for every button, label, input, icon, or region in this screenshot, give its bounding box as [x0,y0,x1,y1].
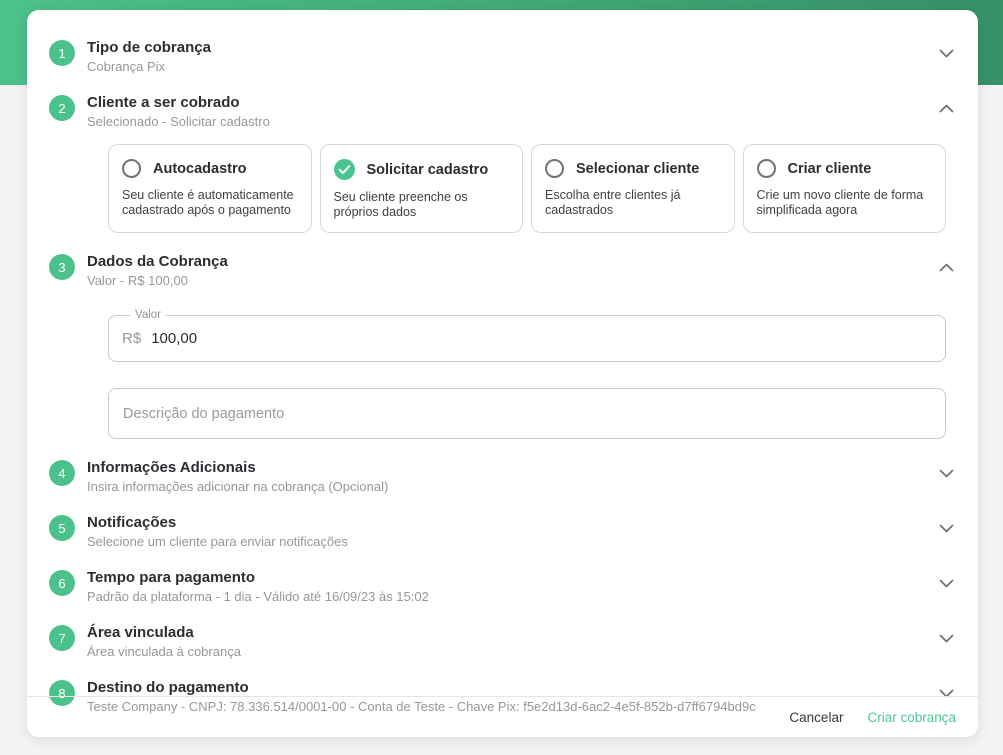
step-subtitle: Área vinculada à cobrança [87,644,241,659]
valor-field-group: Valor R$ [108,309,946,362]
radio-unselected-icon[interactable] [757,159,776,178]
radio-unselected-icon[interactable] [122,159,141,178]
cancel-button[interactable]: Cancelar [777,702,855,733]
step-subtitle: Padrão da plataforma - 1 dia - Válido at… [87,589,429,604]
option-title: Selecionar cliente [576,161,699,177]
step-dados-header[interactable]: 3 Dados da Cobrança Valor - R$ 100,00 [49,253,958,288]
step-informacoes-adicionais: 4 Informações Adicionais Insira informaç… [49,459,958,494]
client-option-criar-cliente[interactable]: Criar cliente Crie um novo cliente de fo… [743,144,947,233]
step-subtitle: Cobrança Pix [87,59,211,74]
option-description: Seu cliente preenche os próprios dados [334,190,510,220]
client-options-row: Autocadastro Seu cliente é automaticamen… [108,144,946,233]
step-subtitle: Insira informações adicionar na cobrança… [87,479,388,494]
client-option-solicitar-cadastro[interactable]: Solicitar cadastro Seu cliente preenche … [320,144,524,233]
step-subtitle: Valor - R$ 100,00 [87,273,228,288]
check-circle-icon [334,159,355,180]
step-title: Área vinculada [87,624,241,641]
chevron-down-icon[interactable] [935,632,958,645]
step-subtitle: Selecionado - Solicitar cadastro [87,114,270,129]
step-title: Cliente a ser cobrado [87,94,270,111]
chevron-down-icon[interactable] [935,467,958,480]
step-number-badge: 5 [49,515,75,541]
create-charge-modal: 1 Tipo de cobrança Cobrança Pix 2 Client… [27,10,978,737]
step-notificacoes: 5 Notificações Selecione um cliente para… [49,514,958,549]
steps-list: 1 Tipo de cobrança Cobrança Pix 2 Client… [27,10,978,714]
step-tipo-de-cobranca: 1 Tipo de cobrança Cobrança Pix [49,39,958,74]
option-title: Autocadastro [153,161,246,177]
create-charge-button[interactable]: Criar cobrança [855,702,968,733]
radio-unselected-icon[interactable] [545,159,564,178]
currency-prefix: R$ [122,330,141,347]
step-title: Notificações [87,514,348,531]
step-title: Dados da Cobrança [87,253,228,270]
step-number-badge: 2 [49,95,75,121]
step-area-vinculada: 7 Área vinculada Área vinculada à cobran… [49,624,958,659]
option-title: Criar cliente [788,161,872,177]
step-tempo-para-pagamento: 6 Tempo para pagamento Padrão da platafo… [49,569,958,604]
step-notificacoes-header[interactable]: 5 Notificações Selecione um cliente para… [49,514,958,549]
step-title: Tipo de cobrança [87,39,211,56]
step-informacoes-header[interactable]: 4 Informações Adicionais Insira informaç… [49,459,958,494]
step-dados-da-cobranca: 3 Dados da Cobrança Valor - R$ 100,00 Va… [49,253,958,439]
step-tipo-de-cobranca-header[interactable]: 1 Tipo de cobrança Cobrança Pix [49,39,958,74]
step-area-header[interactable]: 7 Área vinculada Área vinculada à cobran… [49,624,958,659]
option-title: Solicitar cadastro [367,162,489,178]
chevron-down-icon[interactable] [935,47,958,60]
step-cliente-a-ser-cobrado: 2 Cliente a ser cobrado Selecionado - So… [49,94,958,233]
step-number-badge: 4 [49,460,75,486]
option-description: Escolha entre clientes já cadastrados [545,188,721,218]
chevron-down-icon[interactable] [935,522,958,535]
modal-footer: Cancelar Criar cobrança [27,696,978,737]
step-number-badge: 6 [49,570,75,596]
charge-fields: Valor R$ [108,309,946,439]
step-cliente-header[interactable]: 2 Cliente a ser cobrado Selecionado - So… [49,94,958,129]
step-number-badge: 3 [49,254,75,280]
step-number-badge: 1 [49,40,75,66]
chevron-up-icon[interactable] [935,261,958,274]
valor-input[interactable] [151,330,932,347]
step-tempo-header[interactable]: 6 Tempo para pagamento Padrão da platafo… [49,569,958,604]
step-title: Informações Adicionais [87,459,388,476]
step-number-badge: 7 [49,625,75,651]
step-title: Destino do pagamento [87,679,756,696]
chevron-up-icon[interactable] [935,102,958,115]
step-subtitle: Selecione um cliente para enviar notific… [87,534,348,549]
valor-field-label: Valor [130,309,166,321]
descricao-input[interactable] [108,388,946,439]
client-option-selecionar-cliente[interactable]: Selecionar cliente Escolha entre cliente… [531,144,735,233]
client-option-autocadastro[interactable]: Autocadastro Seu cliente é automaticamen… [108,144,312,233]
step-title: Tempo para pagamento [87,569,429,586]
option-description: Seu cliente é automaticamente cadastrado… [122,188,298,218]
option-description: Crie um novo cliente de forma simplifica… [757,188,933,218]
chevron-down-icon[interactable] [935,577,958,590]
